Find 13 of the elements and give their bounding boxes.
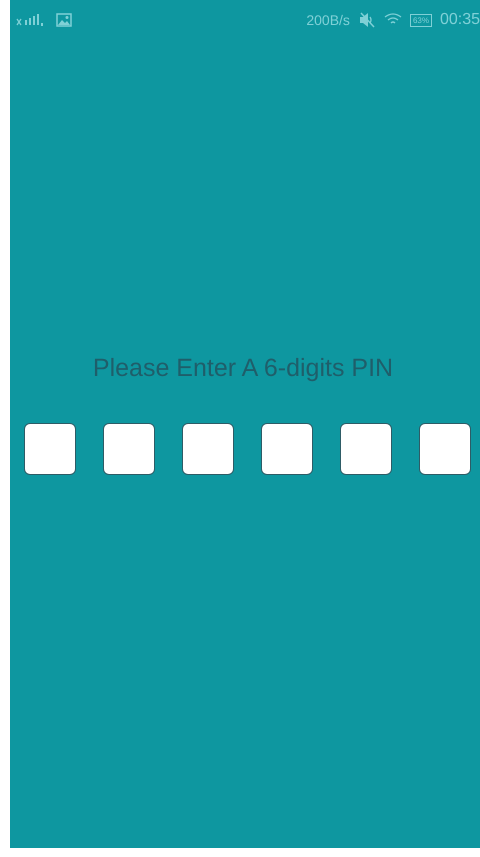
pin-digit-field[interactable] — [419, 423, 471, 475]
pin-digit-field[interactable] — [24, 423, 76, 475]
clock: 00:35 — [440, 11, 480, 29]
signal-icon — [16, 13, 46, 27]
image-icon — [56, 13, 72, 27]
battery-indicator: 63% — [410, 14, 432, 26]
network-speed: 200B/s — [306, 12, 350, 28]
pin-digit-field[interactable] — [340, 423, 392, 475]
pin-digit-field[interactable] — [261, 423, 313, 475]
mute-icon — [358, 11, 376, 29]
pin-prompt: Please Enter A 6-digits PIN — [92, 354, 394, 383]
pin-digit-field[interactable] — [103, 423, 155, 475]
pin-digit-field[interactable] — [182, 423, 234, 475]
